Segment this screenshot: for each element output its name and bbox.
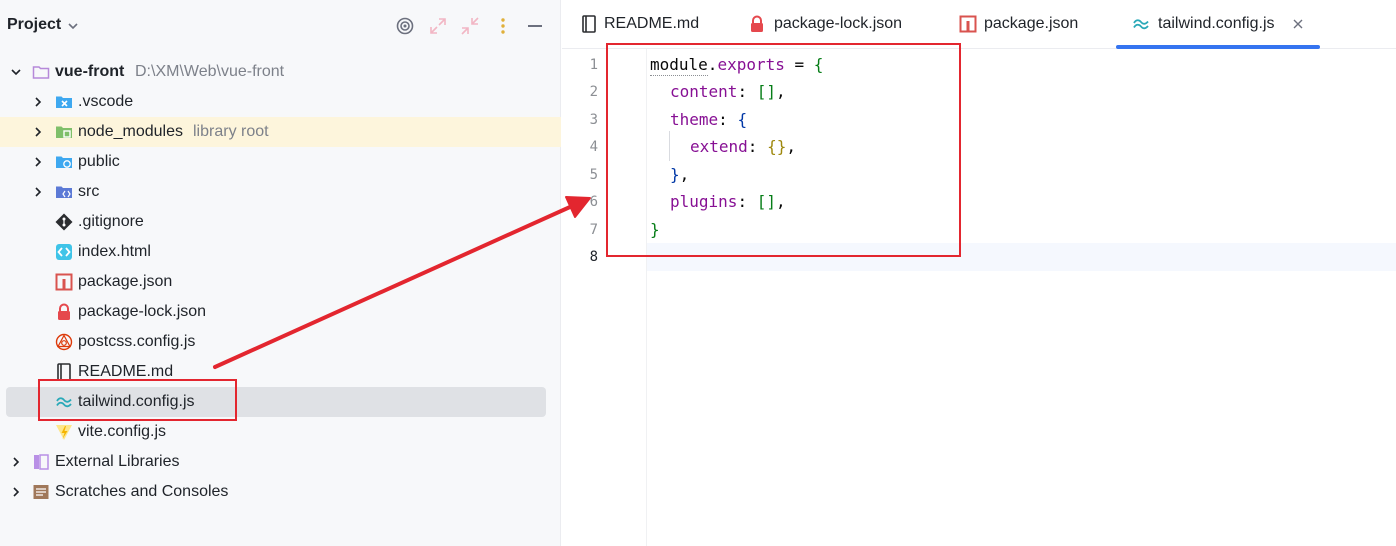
project-panel: Project vue-front D:\XM\Web\vue-front .v…	[0, 0, 561, 546]
tab-readme[interactable]: README.md	[562, 0, 732, 49]
expand-all-icon[interactable]	[428, 16, 448, 36]
node-folder-icon	[56, 126, 72, 138]
lock-icon	[751, 15, 763, 32]
tree-item-package-lock-json[interactable]: package-lock.json	[0, 297, 561, 327]
line-number: 6	[589, 194, 598, 210]
git-icon	[55, 213, 73, 231]
tab-package-lock[interactable]: package-lock.json	[732, 0, 942, 49]
tree-item-label: External Libraries	[55, 453, 180, 470]
tab-label: package-lock.json	[774, 15, 903, 32]
line-number: 2	[589, 84, 598, 100]
tree-item-vscode[interactable]: .vscode	[0, 87, 561, 117]
line-number: 3	[589, 112, 598, 128]
tree-item-label: package-lock.json	[78, 303, 207, 320]
locate-target-icon[interactable]	[395, 16, 415, 36]
tree-item-label: index.html	[78, 243, 151, 260]
line-number: 1	[589, 57, 598, 73]
line-number: 7	[589, 222, 598, 238]
annotation-box-code	[606, 43, 961, 257]
line-number: 5	[589, 167, 598, 183]
active-tab-indicator	[1116, 45, 1320, 49]
tree-item-public[interactable]: public	[0, 147, 561, 177]
tree-item-vite-config[interactable]: vite.config.js	[0, 417, 561, 447]
line-number: 8	[589, 249, 598, 265]
editor-tab-bar: README.md package-lock.json package.json…	[562, 0, 1396, 49]
tree-item-scratches-and-consoles[interactable]: Scratches and Consoles	[0, 477, 561, 507]
libraries-icon	[34, 454, 49, 470]
collapse-all-icon[interactable]	[460, 16, 480, 36]
source-folder-icon	[56, 186, 72, 198]
chevron-right-icon[interactable]	[10, 486, 22, 498]
project-panel-header: Project	[0, 0, 561, 52]
tree-item-path-hint: D:\XM\Web\vue-front	[135, 63, 285, 80]
tree-item-src[interactable]: src	[0, 177, 561, 207]
tree-item-label: vue-front	[55, 63, 125, 80]
chevron-right-icon[interactable]	[32, 156, 44, 168]
close-icon[interactable]	[1291, 17, 1305, 31]
tab-label: tailwind.config.js	[1158, 15, 1275, 32]
html-icon	[56, 244, 72, 260]
chevron-right-icon[interactable]	[32, 186, 44, 198]
postcss-icon	[55, 333, 73, 351]
tree-item-label: .gitignore	[78, 213, 144, 230]
tree-item-node-modules[interactable]: node_modules library root	[0, 117, 561, 147]
minimize-icon[interactable]	[525, 16, 545, 36]
tree-item-gitignore[interactable]: .gitignore	[0, 207, 561, 237]
vite-icon	[56, 425, 72, 440]
tree-item-library-root-hint: library root	[193, 123, 269, 140]
vscode-folder-icon	[56, 96, 72, 108]
tree-item-label: postcss.config.js	[78, 333, 196, 350]
tab-tailwind-config[interactable]: tailwind.config.js	[1116, 0, 1320, 49]
chevron-right-icon[interactable]	[32, 96, 44, 108]
tree-item-label: node_modules	[78, 123, 183, 140]
tab-label: README.md	[604, 15, 700, 32]
chevron-right-icon[interactable]	[32, 126, 44, 138]
scratches-icon	[33, 485, 49, 499]
tree-item-label: public	[78, 153, 120, 170]
chevron-right-icon[interactable]	[10, 456, 22, 468]
chevron-down-icon[interactable]	[10, 66, 22, 78]
tree-item-label: .vscode	[78, 93, 134, 110]
annotation-box-tree	[38, 379, 237, 421]
npm-icon	[55, 273, 73, 291]
tree-item-label: src	[78, 183, 100, 200]
tree-item-external-libraries[interactable]: External Libraries	[0, 447, 561, 477]
tree-item-index-html[interactable]: index.html	[0, 237, 561, 267]
npm-icon	[959, 15, 977, 33]
tree-item-label: package.json	[78, 273, 173, 290]
more-options-icon[interactable]	[493, 16, 513, 36]
readme-icon	[582, 15, 596, 33]
tree-item-label: vite.config.js	[78, 423, 167, 440]
chevron-down-icon[interactable]	[67, 20, 79, 32]
folder-icon	[32, 66, 50, 79]
project-panel-title[interactable]: Project	[7, 16, 61, 34]
tab-label: package.json	[984, 15, 1079, 32]
tailwind-icon	[1133, 19, 1149, 30]
tab-package-json[interactable]: package.json	[942, 0, 1116, 49]
editor-area: README.md package-lock.json package.json…	[562, 0, 1396, 546]
tree-item-postcss-config[interactable]: postcss.config.js	[0, 327, 561, 357]
web-folder-icon	[56, 156, 72, 168]
tree-item-vue-front[interactable]: vue-front D:\XM\Web\vue-front	[0, 57, 561, 87]
line-number: 4	[589, 139, 598, 155]
tree-item-label: Scratches and Consoles	[55, 483, 229, 500]
tree-item-package-json[interactable]: package.json	[0, 267, 561, 297]
lock-icon	[58, 303, 70, 320]
